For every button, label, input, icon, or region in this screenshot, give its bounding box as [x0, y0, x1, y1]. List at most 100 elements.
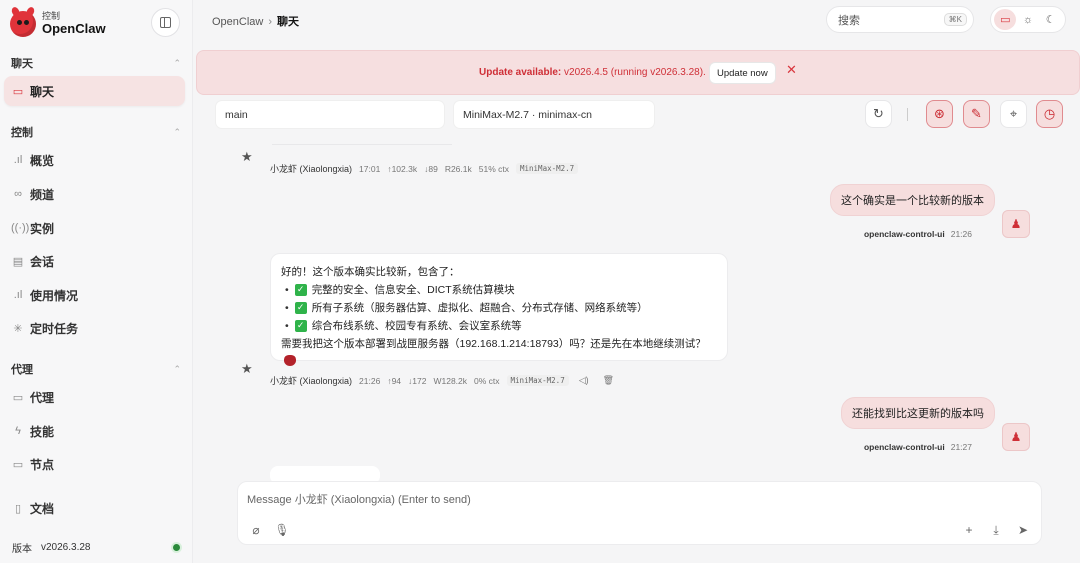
download-icon[interactable]: ⤓ — [988, 522, 1004, 538]
update-banner: Update available: v2026.4.5 (running v20… — [196, 50, 1080, 95]
brand[interactable]: 控制 OpenClaw — [10, 8, 106, 40]
user-message-meta: openclaw-control-ui 21:27 — [864, 442, 972, 452]
model-select[interactable]: MiniMax-M2.7 · minimax-cn — [454, 101, 654, 128]
refresh-icon: ↻ — [873, 106, 884, 121]
sidebar-item-instances[interactable]: ((·)) 实例 — [4, 213, 185, 243]
banner-title: Update available: — [479, 67, 562, 78]
search-shortcut-badge: ⌘K — [943, 13, 967, 26]
user-avatar-icon: ♟ — [1002, 423, 1030, 451]
wrench-icon: ✎ — [971, 106, 982, 121]
sidebar-item-overview[interactable]: .ıl 概览 — [4, 145, 185, 175]
msg-time: 21:26 — [359, 375, 381, 386]
moon-icon[interactable]: ☾ — [1040, 9, 1062, 30]
session-select[interactable]: main — [216, 101, 444, 128]
previous-message-edge — [272, 137, 452, 145]
connection-status-dot — [173, 544, 180, 551]
section-label: 控制 — [11, 127, 33, 139]
chart-icon: .ıl — [13, 154, 23, 166]
section-label: 聊天 — [11, 58, 33, 70]
sidebar-item-docs[interactable]: ▯ 文档 — [4, 493, 185, 523]
tools-toggle-button[interactable]: ✎ — [963, 100, 990, 128]
user-msg-time: 21:27 — [950, 442, 972, 452]
link-icon: ∞ — [14, 188, 22, 200]
msg-time: 17:01 — [359, 163, 381, 174]
message-input[interactable] — [247, 491, 1027, 509]
sidebar-item-label: 技能 — [30, 424, 55, 439]
search-box[interactable]: 搜索 ⌘K — [826, 6, 974, 33]
sidebar-item-label: 频道 — [30, 187, 55, 202]
plus-icon[interactable]: + — [961, 522, 977, 538]
focus-mode-button[interactable]: ⌖ — [1000, 100, 1027, 128]
breadcrumb-current: 聊天 — [277, 16, 300, 28]
send-icon[interactable]: ➤ — [1015, 522, 1031, 538]
tokens-cache: W128.2k — [433, 375, 468, 386]
list-item: ✓ 综合布线系统、校园专有系统、会议室系统等 — [281, 317, 717, 335]
openclaw-logo-icon — [10, 11, 36, 37]
sidebar-item-label: 节点 — [30, 457, 55, 472]
context-usage: 51% ctx — [478, 163, 509, 174]
message-meta: 小龙虾 (Xiaolongxia) 17:01 ↑102.3k ↓89 R26.… — [270, 162, 588, 175]
assistant-outro: 需要我把这个版本部署到战匣服务器（192.168.1.214:18793）吗？还… — [281, 338, 706, 351]
search-label: 搜索 — [838, 14, 860, 27]
sidebar-item-cron[interactable]: ✳ 定时任务 — [4, 313, 185, 343]
sidebar-item-usage[interactable]: .ıl 使用情况 — [4, 280, 185, 310]
version-label: 版本 — [12, 544, 32, 555]
bolt-icon: ϟ — [15, 425, 21, 437]
speaker-icon[interactable]: ◁) — [579, 375, 589, 386]
user-sender: openclaw-control-ui — [863, 229, 945, 239]
breadcrumb-root[interactable]: OpenClaw — [212, 16, 263, 28]
list-item-text: 完整的安全、信息安全、DICT系统估算模块 — [311, 284, 515, 297]
check-icon: ✓ — [294, 320, 307, 333]
context-usage: 0% ctx — [474, 375, 500, 386]
chat-thread: ★ 小龙虾 (Xiaolongxia) 17:01 ↑102.3k ↓89 R2… — [194, 137, 1080, 481]
trash-icon[interactable]: 🗑 — [603, 375, 614, 386]
sidebar-item-nodes[interactable]: ▭ 节点 — [4, 449, 185, 479]
user-message-bubble: 这个确实是一个比较新的版本 — [830, 184, 995, 216]
list-item: ✓ 所有子系统（服务器估算、虚拟化、超融合、分布式存储、网络系统等） — [281, 299, 717, 317]
close-icon[interactable]: ✕ — [786, 62, 797, 78]
tokens-out: ↓89 — [424, 163, 438, 174]
thinking-toggle-button[interactable]: ⊛ — [926, 100, 953, 128]
section-header-chat[interactable]: 聊天 ⌃ — [11, 55, 181, 71]
topbar: OpenClaw › 聊天 搜索 ⌘K ▭ ☼ ☾ — [194, 0, 1080, 40]
document-icon: ▤ — [12, 255, 24, 268]
user-msg-time: 21:26 — [950, 229, 972, 239]
version-value: v2026.3.28 — [41, 542, 91, 553]
theme-switcher: ▭ ☼ ☾ — [990, 6, 1066, 33]
update-now-button[interactable]: Update now — [709, 62, 776, 84]
assistant-avatar-icon: ★ — [241, 149, 253, 164]
focus-icon: ⌖ — [1009, 106, 1018, 121]
broadcast-icon: ((·)) — [11, 222, 30, 234]
monitor-icon[interactable]: ▭ — [994, 9, 1017, 30]
sidebar-item-label: 定时任务 — [30, 321, 79, 336]
tokens-cache: R26.1k — [444, 163, 472, 174]
assistant-message-bubble: 好的！这个版本确实比较新，包含了： ✓ 完整的安全、信息安全、DICT系统估算模块… — [270, 253, 728, 367]
section-header-agents[interactable]: 代理 ⌃ — [11, 361, 181, 377]
sidebar-item-agents[interactable]: ▭ 代理 — [4, 382, 185, 412]
refresh-button[interactable]: ↻ — [865, 100, 892, 128]
sidebar-item-label: 概览 — [30, 153, 55, 168]
model-tag: MiniMax-M2.7 — [516, 163, 579, 174]
section-label: 代理 — [11, 364, 33, 376]
sidebar-item-channels[interactable]: ∞ 频道 — [4, 179, 185, 209]
sidebar-toggle-icon — [160, 17, 171, 28]
paperclip-icon[interactable]: ⌀ — [248, 522, 264, 538]
sidebar-item-skills[interactable]: ϟ 技能 — [4, 416, 185, 446]
crab-emoji-icon — [284, 355, 296, 367]
banner-text: v2026.4.5 (running v2026.3.28). — [561, 67, 706, 78]
collapse-sidebar-button[interactable] — [151, 8, 180, 37]
list-item: ✓ 完整的安全、信息安全、DICT系统估算模块 — [281, 281, 717, 299]
sidebar-item-sessions[interactable]: ▤ 会话 — [4, 246, 185, 276]
loader-icon: ✳ — [13, 322, 23, 335]
chevron-up-icon: ⌃ — [173, 57, 181, 68]
sidebar: 控制 OpenClaw 聊天 ⌃ ▭ 聊天 控制 ⌃ .ıl 概览 ∞ 频道 ((·)) 实… — [0, 0, 193, 563]
breadcrumb: OpenClaw › 聊天 — [212, 13, 299, 29]
sun-icon[interactable]: ☼ — [1017, 9, 1039, 30]
tokens-in: ↑102.3k — [387, 163, 418, 174]
sidebar-item-chat[interactable]: ▭ 聊天 — [4, 76, 185, 106]
microphone-icon[interactable]: 🎙 — [274, 522, 290, 538]
section-header-control[interactable]: 控制 ⌃ — [11, 124, 181, 140]
sidebar-item-label: 实例 — [30, 221, 55, 236]
history-button[interactable]: ◷ — [1036, 100, 1063, 128]
divider — [907, 108, 908, 121]
